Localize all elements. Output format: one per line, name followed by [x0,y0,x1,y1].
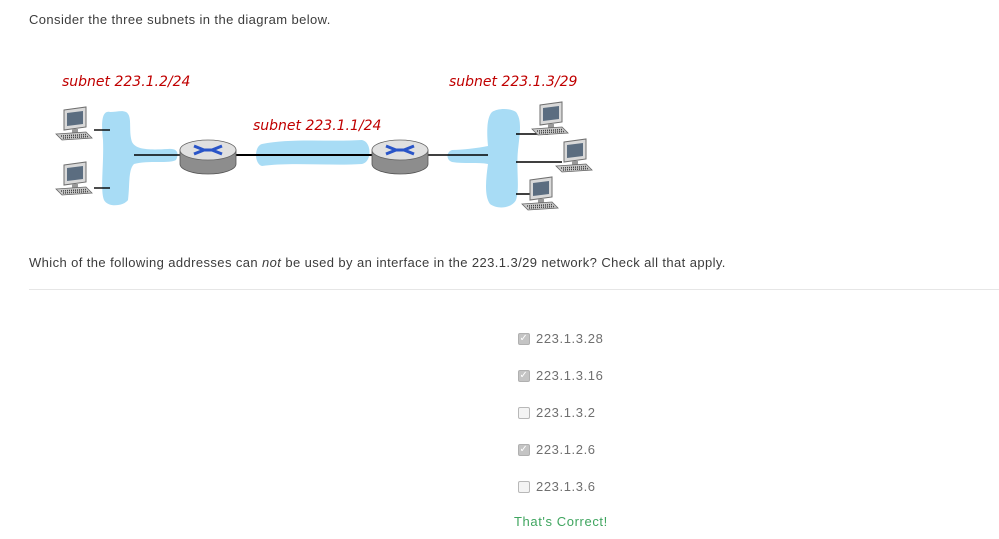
option-2[interactable]: 223.1.3.2 [518,394,603,431]
network-diagram: subnet 223.1.2/24 subnet 223.1.1/24 subn… [55,74,593,211]
desktop-computer-icon [55,106,93,141]
checkbox[interactable]: ✓ [518,332,530,345]
checkbox[interactable] [518,480,530,493]
option-0[interactable]: ✓ 223.1.3.28 [518,320,603,357]
desktop-computer-icon [531,101,569,136]
desktop-computer-icon [555,138,593,173]
router-icon [178,138,238,176]
subnet-left-label: subnet 223.1.2/24 [62,74,190,90]
desktop-computer-icon [55,161,93,196]
checkbox[interactable] [518,406,530,419]
subnet-middle-region [256,140,370,166]
answer-options: ✓ 223.1.3.28 ✓ 223.1.3.16 223.1.3.2 ✓ 22… [518,328,603,513]
divider [29,289,999,290]
subnet-right-label: subnet 223.1.3/29 [449,74,578,90]
subnet-right-region [447,109,520,208]
router-icon [370,138,430,176]
checkbox[interactable]: ✓ [518,369,530,382]
option-3[interactable]: ✓ 223.1.2.6 [518,431,603,468]
feedback-text: That's Correct! [514,514,608,529]
question-text: Which of the following addresses can not… [29,255,726,270]
option-1[interactable]: ✓ 223.1.3.16 [518,357,603,394]
question-emphasis: not [262,255,282,270]
option-label: 223.1.3.2 [536,405,596,420]
option-label: 223.1.3.6 [536,479,596,494]
checkbox[interactable]: ✓ [518,443,530,456]
subnet-middle-label: subnet 223.1.1/24 [253,118,381,134]
subnet-left-region [102,111,178,206]
option-label: 223.1.3.16 [536,368,604,383]
option-label: 223.1.3.28 [536,331,604,346]
option-label: 223.1.2.6 [536,442,596,457]
option-4[interactable]: 223.1.3.6 [518,468,603,505]
